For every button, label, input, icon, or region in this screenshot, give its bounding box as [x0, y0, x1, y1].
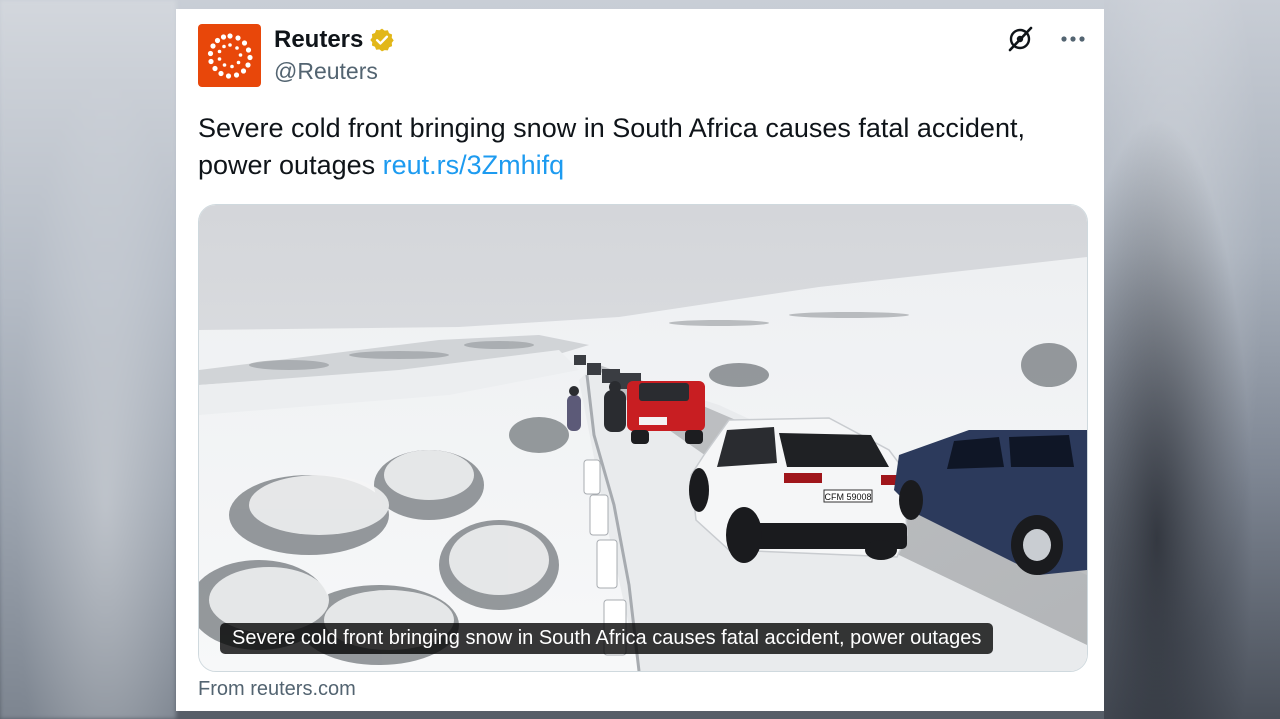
post-actions-top [1006, 25, 1086, 53]
post-text-body: Severe cold front bringing snow in South… [198, 113, 1025, 180]
license-plate-text: CFM 59008 [824, 492, 871, 502]
post-link[interactable]: reut.rs/3Zmhifq [383, 150, 565, 180]
author-handle[interactable]: @Reuters [274, 58, 378, 85]
background-right [1104, 0, 1280, 719]
source-label[interactable]: From reuters.com [198, 678, 356, 701]
media-caption: Severe cold front bringing snow in South… [220, 623, 994, 654]
background-left [0, 0, 176, 719]
grok-button[interactable] [1006, 25, 1034, 53]
more-options-button[interactable] [1060, 35, 1086, 43]
grok-icon [1008, 26, 1033, 52]
avatar[interactable] [198, 24, 261, 87]
reuters-logo-icon [207, 32, 253, 79]
post-text: Severe cold front bringing snow in South… [198, 110, 1078, 184]
snow-road-photo: CFM 59008 [199, 205, 1087, 671]
verified-badge-icon [370, 28, 395, 52]
author-name[interactable]: Reuters [274, 26, 363, 54]
media-card[interactable]: CFM 59008 Severe cold front bringing sno… [198, 204, 1088, 672]
post-card[interactable]: Reuters @Reuters Severe cold front bring… [176, 9, 1104, 711]
more-options-icon [1061, 36, 1085, 42]
author-name-row[interactable]: Reuters [274, 26, 395, 54]
